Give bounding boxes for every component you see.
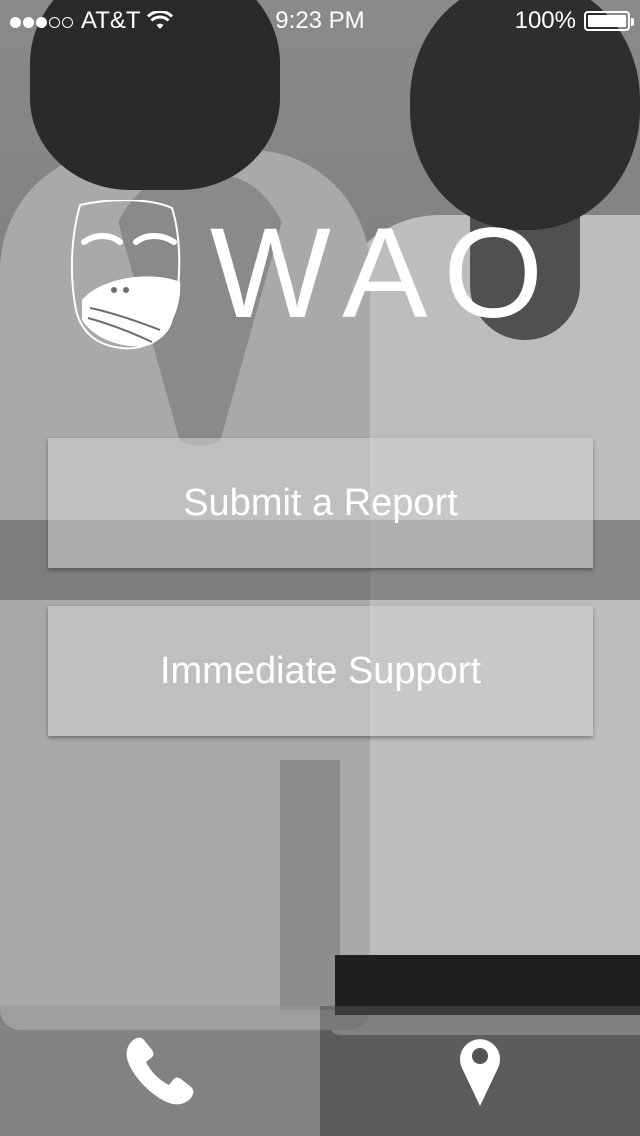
background-photo bbox=[0, 0, 640, 1136]
bottom-toolbar bbox=[0, 1006, 640, 1136]
location-button[interactable] bbox=[320, 1006, 640, 1136]
battery-icon bbox=[584, 11, 634, 31]
submit-report-button[interactable]: Submit a Report bbox=[48, 438, 593, 568]
battery-percentage: 100% bbox=[514, 7, 576, 34]
map-pin-icon bbox=[460, 1039, 500, 1106]
status-bar: AT&T 9:23 PM 100% bbox=[0, 0, 640, 40]
immediate-support-button[interactable]: Immediate Support bbox=[48, 606, 593, 736]
face-covered-mouth-logo-icon bbox=[70, 200, 181, 350]
app-logo-text: WAO bbox=[210, 202, 559, 345]
phone-icon bbox=[126, 1037, 194, 1105]
app-logo: WAO bbox=[70, 200, 580, 350]
call-button[interactable] bbox=[0, 1006, 320, 1136]
